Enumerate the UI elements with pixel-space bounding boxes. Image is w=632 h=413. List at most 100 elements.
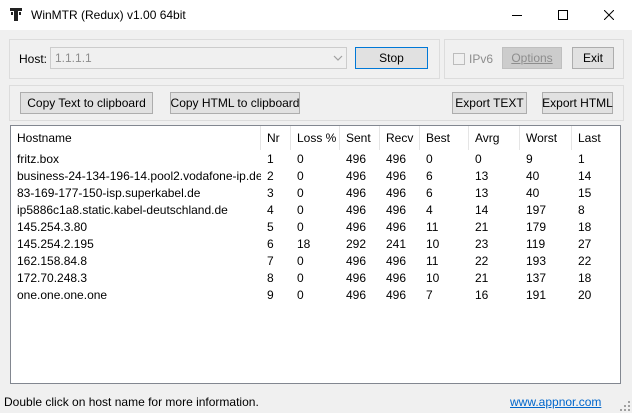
ipv6-checkbox[interactable]	[453, 53, 465, 65]
cell-last: 18	[578, 271, 592, 285]
cell-avrg: 21	[475, 271, 489, 285]
column-header-recv[interactable]: Recv	[380, 126, 420, 150]
cell-hostname[interactable]: one.one.one.one	[11, 287, 261, 304]
table-row[interactable]: 145.254.3.80 5 0 496 496 11 21 179 18	[11, 219, 620, 236]
cell-worst: 197	[526, 203, 547, 217]
cell-worst: 40	[526, 169, 540, 183]
cell-loss: 0	[297, 169, 304, 183]
host-label: Host:	[19, 52, 48, 66]
maximize-button[interactable]	[540, 0, 586, 30]
cell-last: 18	[578, 220, 592, 234]
column-header-hostname[interactable]: Hostname	[11, 126, 261, 150]
cell-best: 10	[426, 237, 440, 251]
cell-recv: 496	[386, 186, 407, 200]
cell-nr: 7	[267, 254, 274, 268]
cell-nr: 8	[267, 271, 274, 285]
cell-nr: 1	[267, 152, 274, 166]
window-title: WinMTR (Redux) v1.00 64bit	[31, 8, 186, 22]
cell-recv: 496	[386, 254, 407, 268]
cell-best: 11	[426, 254, 439, 268]
table-row[interactable]: 83-169-177-150-isp.superkabel.de 3 0 496 496…	[11, 185, 620, 202]
column-header-last[interactable]: Last	[572, 126, 620, 150]
host-combobox[interactable]: 1.1.1.1	[50, 47, 347, 69]
cell-hostname[interactable]: 162.158.84.8	[11, 253, 261, 270]
column-header-best[interactable]: Best	[420, 126, 469, 150]
copy-text-button[interactable]: Copy Text to clipboard	[20, 92, 153, 114]
cell-worst: 137	[526, 271, 547, 285]
column-header-worst[interactable]: Worst	[520, 126, 572, 150]
results-listview[interactable]: Hostname Nr Loss % Sent Recv Best Avrg Worst Las…	[10, 125, 621, 384]
cell-sent: 496	[346, 152, 367, 166]
column-header-loss[interactable]: Loss %	[291, 126, 340, 150]
resize-grip-icon[interactable]	[620, 401, 630, 411]
status-bar: Double click on host name for more infor…	[0, 391, 632, 413]
export-text-button[interactable]: Export TEXT	[452, 92, 527, 114]
cell-last: 22	[578, 254, 592, 268]
cell-last: 8	[578, 203, 585, 217]
cell-loss: 0	[297, 152, 304, 166]
cell-hostname[interactable]: 172.70.248.3	[11, 270, 261, 287]
cell-avrg: 13	[475, 169, 489, 183]
cell-avrg: 23	[475, 237, 489, 251]
cell-sent: 292	[346, 237, 367, 251]
cell-best: 6	[426, 169, 433, 183]
cell-hostname[interactable]: fritz.box	[11, 151, 261, 168]
cell-avrg: 13	[475, 186, 489, 200]
cell-sent: 496	[346, 169, 367, 183]
cell-hostname[interactable]: business-24-134-196-14.pool2.vodafone-ip…	[11, 168, 261, 185]
cell-best: 10	[426, 271, 440, 285]
maximize-icon	[558, 10, 568, 20]
status-message: Double click on host name for more infor…	[4, 395, 259, 409]
cell-sent: 496	[346, 203, 367, 217]
cell-recv: 496	[386, 152, 407, 166]
cell-hostname[interactable]: 83-169-177-150-isp.superkabel.de	[11, 185, 261, 202]
table-row[interactable]: 162.158.84.8 7 0 496 496 11 22 193 22	[11, 253, 620, 270]
cell-recv: 496	[386, 169, 407, 183]
app-icon	[10, 8, 22, 21]
cell-avrg: 14	[475, 203, 489, 217]
cell-nr: 9	[267, 288, 274, 302]
minimize-button[interactable]	[494, 0, 540, 30]
options-label: Options	[511, 51, 553, 65]
cell-loss: 0	[297, 203, 304, 217]
cell-best: 0	[426, 152, 433, 166]
cell-worst: 191	[526, 288, 547, 302]
cell-recv: 496	[386, 288, 407, 302]
table-row[interactable]: one.one.one.one 9 0 496 496 7 16 191 20	[11, 287, 620, 304]
stop-button[interactable]: Stop	[355, 47, 428, 69]
options-button[interactable]: Options	[502, 47, 562, 69]
website-link[interactable]: www.appnor.com	[510, 395, 601, 409]
table-row[interactable]: 172.70.248.3 8 0 496 496 10 21 137 18	[11, 270, 620, 287]
cell-hostname[interactable]: ip5886c1a8.static.kabel-deutschland.de	[11, 202, 261, 219]
chevron-down-icon[interactable]	[333, 54, 343, 62]
cell-sent: 496	[346, 254, 367, 268]
table-row[interactable]: business-24-134-196-14.pool2.vodafone-ip…	[11, 168, 620, 185]
close-button[interactable]	[586, 0, 632, 30]
column-header-sent[interactable]: Sent	[340, 126, 380, 150]
cell-loss: 0	[297, 271, 304, 285]
cell-hostname[interactable]: 145.254.3.80	[11, 219, 261, 236]
column-header-nr[interactable]: Nr	[261, 126, 291, 150]
cell-recv: 241	[386, 237, 407, 251]
cell-hostname[interactable]: 145.254.2.195	[11, 236, 261, 253]
cell-best: 7	[426, 288, 433, 302]
copy-html-button[interactable]: Copy HTML to clipboard	[170, 92, 300, 114]
cell-nr: 2	[267, 169, 274, 183]
cell-recv: 496	[386, 220, 407, 234]
column-header-avrg[interactable]: Avrg	[469, 126, 520, 150]
cell-best: 6	[426, 186, 433, 200]
table-row[interactable]: ip5886c1a8.static.kabel-deutschland.de 4 0…	[11, 202, 620, 219]
table-row[interactable]: fritz.box 1 0 496 496 0 0 9 1	[11, 151, 620, 168]
exit-button[interactable]: Exit	[572, 47, 614, 69]
cell-nr: 6	[267, 237, 274, 251]
cell-best: 4	[426, 203, 433, 217]
cell-worst: 40	[526, 186, 540, 200]
cell-last: 14	[578, 169, 592, 183]
export-html-button[interactable]: Export HTML	[542, 92, 613, 114]
cell-sent: 496	[346, 288, 367, 302]
table-header: Hostname Nr Loss % Sent Recv Best Avrg Worst Las…	[11, 126, 620, 150]
cell-sent: 496	[346, 220, 367, 234]
table-row[interactable]: 145.254.2.195 6 18 292 241 10 23 119 27	[11, 236, 620, 253]
cell-loss: 18	[297, 237, 311, 251]
cell-last: 15	[578, 186, 592, 200]
